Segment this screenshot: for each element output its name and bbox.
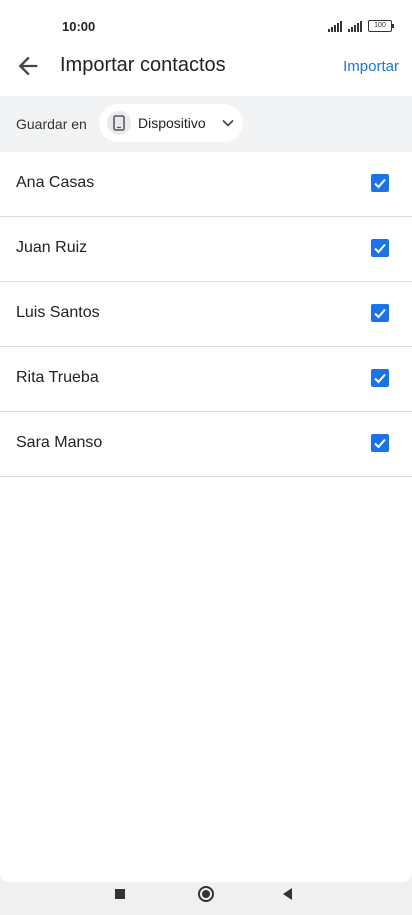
home-button[interactable] xyxy=(198,886,214,902)
save-in-label: Guardar en xyxy=(16,116,87,132)
check-icon xyxy=(374,178,386,189)
arrow-back-icon xyxy=(18,56,38,76)
check-icon xyxy=(374,243,386,254)
check-icon xyxy=(374,308,386,319)
recents-button[interactable] xyxy=(115,889,125,899)
contact-row[interactable]: Juan Ruiz xyxy=(0,217,412,282)
contact-checkbox[interactable] xyxy=(371,434,389,452)
contact-checkbox[interactable] xyxy=(371,239,389,257)
contact-checkbox[interactable] xyxy=(371,369,389,387)
system-nav-bar xyxy=(0,882,412,915)
contact-name: Luis Santos xyxy=(16,304,100,321)
contact-list: Ana Casas Juan Ruiz Luis Santos Rita Tru… xyxy=(0,152,412,477)
check-icon xyxy=(374,373,386,384)
phone-icon-container xyxy=(107,111,131,135)
contact-checkbox[interactable] xyxy=(371,304,389,322)
account-label: Dispositivo xyxy=(138,115,206,131)
contact-name: Rita Trueba xyxy=(16,369,99,386)
app-bar: Importar contactos Importar xyxy=(0,32,412,96)
contact-name: Sara Manso xyxy=(16,434,103,451)
check-icon xyxy=(374,438,386,449)
contact-row[interactable]: Sara Manso xyxy=(0,412,412,477)
contact-checkbox[interactable] xyxy=(371,174,389,192)
status-icons: 100 xyxy=(328,20,394,32)
contact-name: Juan Ruiz xyxy=(16,239,88,256)
chevron-down-icon xyxy=(222,119,234,127)
app-screen: Importar contactos Importar Guardar en D… xyxy=(0,32,412,882)
signal-icon-2 xyxy=(348,20,362,32)
battery-icon: 100 xyxy=(368,20,394,32)
contact-row[interactable]: Rita Trueba xyxy=(0,347,412,412)
system-back-button[interactable] xyxy=(283,888,292,900)
import-button[interactable]: Importar xyxy=(343,58,399,75)
page-title: Importar contactos xyxy=(60,54,226,76)
contact-name: Ana Casas xyxy=(16,174,95,191)
signal-icon xyxy=(328,20,342,32)
back-button[interactable] xyxy=(14,52,42,80)
save-in-bar: Guardar en Dispositivo xyxy=(0,96,412,152)
phone-icon xyxy=(113,115,125,131)
contact-row[interactable]: Ana Casas xyxy=(0,152,412,217)
contact-row[interactable]: Luis Santos xyxy=(0,282,412,347)
account-selector[interactable]: Dispositivo xyxy=(99,104,243,142)
